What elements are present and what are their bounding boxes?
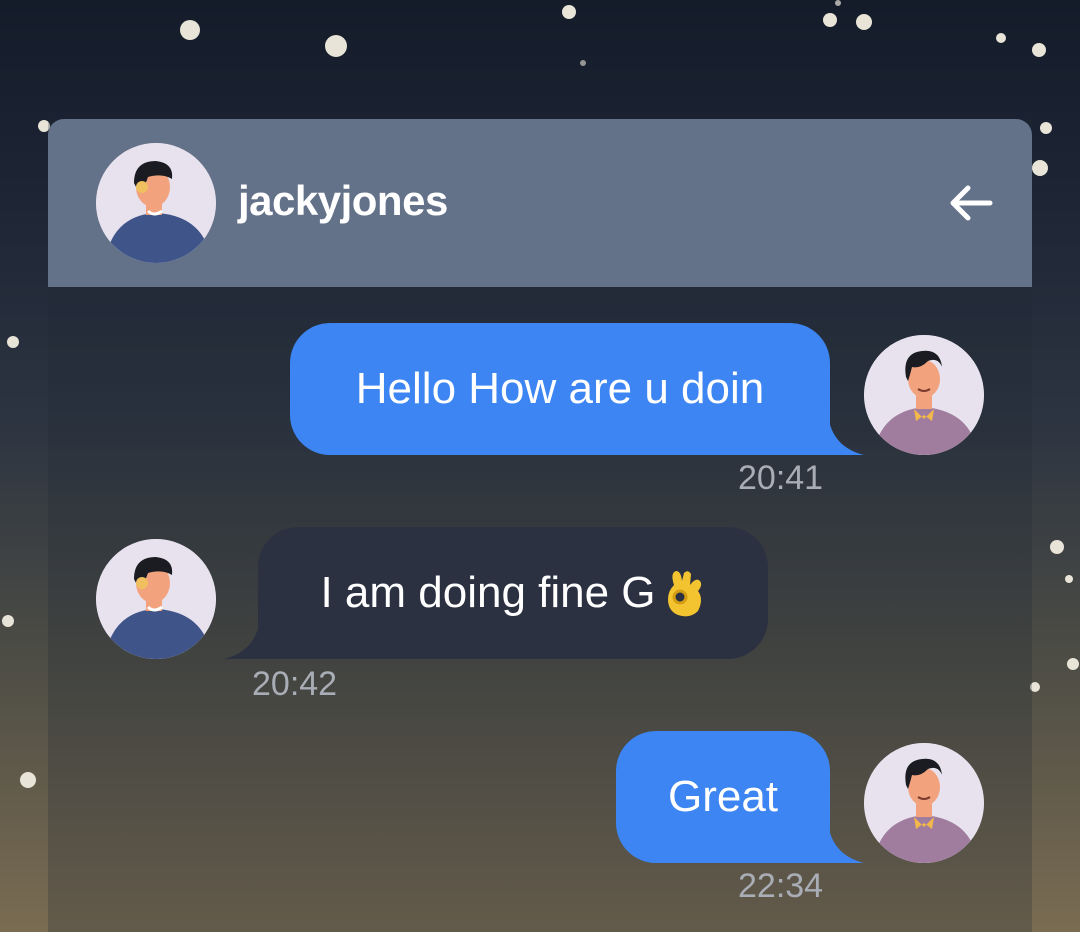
message-text: Great bbox=[667, 772, 779, 821]
bubble-tail bbox=[828, 415, 864, 455]
self-avatar[interactable] bbox=[864, 743, 984, 863]
self-avatar[interactable] bbox=[864, 335, 984, 455]
avatar-man-blue-icon bbox=[96, 143, 216, 263]
message-timestamp: 20:41 bbox=[738, 459, 824, 497]
ok-hand-icon bbox=[667, 571, 701, 617]
contact-avatar[interactable] bbox=[96, 143, 216, 263]
message-timestamp: 20:42 bbox=[252, 665, 338, 703]
avatar-man-purple-icon bbox=[864, 335, 984, 455]
avatar-man-purple-icon bbox=[864, 743, 984, 863]
message-timestamp: 22:34 bbox=[738, 867, 824, 905]
contact-avatar[interactable] bbox=[96, 539, 216, 659]
back-button[interactable] bbox=[944, 177, 996, 229]
arrow-left-icon bbox=[950, 185, 993, 221]
bubble-tail bbox=[828, 823, 864, 863]
contact-username: jackyjones bbox=[238, 177, 448, 224]
chat-header: jackyjones bbox=[48, 119, 1032, 287]
chat-window: jackyjones Hello How are u doin 20:41 I … bbox=[48, 119, 1032, 932]
outgoing-message-bubble[interactable]: Hello How are u doin bbox=[290, 323, 830, 455]
message-text: I am doing fine G bbox=[320, 568, 656, 617]
outgoing-message-bubble[interactable]: Great bbox=[616, 731, 830, 863]
message-text: Hello How are u doin bbox=[355, 364, 765, 413]
incoming-message-bubble[interactable]: I am doing fine G bbox=[258, 527, 768, 659]
bubble-tail bbox=[224, 619, 260, 659]
avatar-man-blue-icon bbox=[96, 539, 216, 659]
